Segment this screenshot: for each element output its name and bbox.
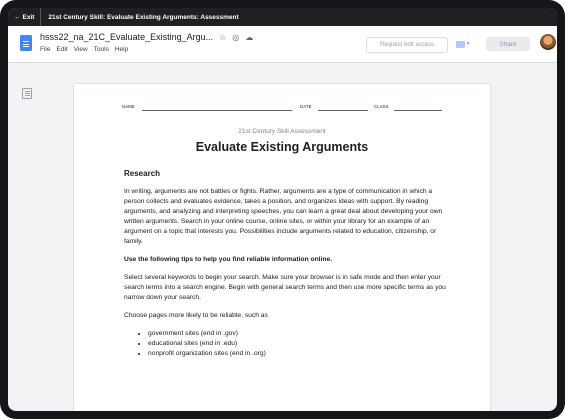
list-item: nonprofit organization sites (end in .or… [148, 349, 448, 359]
screen: ← Exit 21st Century Skill: Evaluate Exis… [8, 8, 557, 411]
tips-heading: Use the following tips to help you find … [124, 256, 333, 263]
document-kicker: 21st Century Skill Assessment [238, 128, 326, 135]
document-filename[interactable]: hsss22_na_21C_Evaluate_Existing_Argu... [40, 32, 213, 42]
document-heading: Evaluate Existing Arguments [195, 140, 369, 154]
menu-edit[interactable]: Edit [56, 46, 67, 53]
comment-icon[interactable]: ▼ [452, 37, 474, 51]
device-frame: ← Exit 21st Century Skill: Evaluate Exis… [0, 0, 565, 419]
star-icon[interactable]: ☆ [219, 33, 226, 42]
arrow-left-icon: ← [14, 13, 21, 21]
request-edit-access-button[interactable]: Request edit access [366, 37, 448, 53]
class-field-label: CLASS [374, 104, 389, 109]
document-page: NAME DATE CLASS 21st Century Skill Asses… [74, 84, 490, 411]
cloud-status-icon[interactable]: ☁ [245, 33, 253, 42]
list-item: government sites (end in .gov) [148, 329, 448, 339]
avatar[interactable] [540, 34, 556, 50]
list-item: educational sites (end in .edu) [148, 339, 448, 349]
name-field-label: NAME [122, 104, 135, 109]
exit-label: Exit [22, 13, 35, 21]
document-body: Research In writing, arguments are not b… [124, 169, 448, 359]
share-button[interactable]: Share [486, 37, 530, 51]
menu-view[interactable]: View [74, 46, 88, 53]
reliable-sites-list: government sites (end in .gov) education… [124, 329, 448, 359]
paragraph-keywords: Select several keywords to begin your se… [124, 274, 446, 301]
move-to-folder-icon[interactable]: ◎ [232, 33, 239, 42]
assessment-topbar: ← Exit 21st Century Skill: Evaluate Exis… [8, 8, 557, 26]
date-field-label: DATE [300, 104, 312, 109]
student-info-row: NAME DATE CLASS [122, 104, 442, 114]
outline-icon[interactable] [22, 88, 32, 99]
class-field-line [394, 110, 442, 111]
date-field-line [318, 110, 368, 111]
exit-button[interactable]: ← Exit [8, 8, 42, 26]
assessment-title: 21st Century Skill: Evaluate Existing Ar… [48, 13, 239, 21]
docs-header: hsss22_na_21C_Evaluate_Existing_Argu... … [8, 26, 557, 63]
paragraph-choose-pages: Choose pages more likely to be reliable,… [124, 312, 268, 319]
name-field-line [142, 110, 292, 111]
paragraph-intro: In writing, arguments are not battles or… [124, 188, 443, 245]
document-title-row: hsss22_na_21C_Evaluate_Existing_Argu... … [40, 32, 253, 42]
menu-file[interactable]: File [40, 46, 50, 53]
section-heading: Research [124, 169, 161, 178]
menu-tools[interactable]: Tools [94, 46, 109, 53]
menu-help[interactable]: Help [115, 46, 128, 53]
menu-bar: File Edit View Tools Help [40, 46, 128, 53]
docs-logo-icon[interactable] [20, 35, 32, 51]
